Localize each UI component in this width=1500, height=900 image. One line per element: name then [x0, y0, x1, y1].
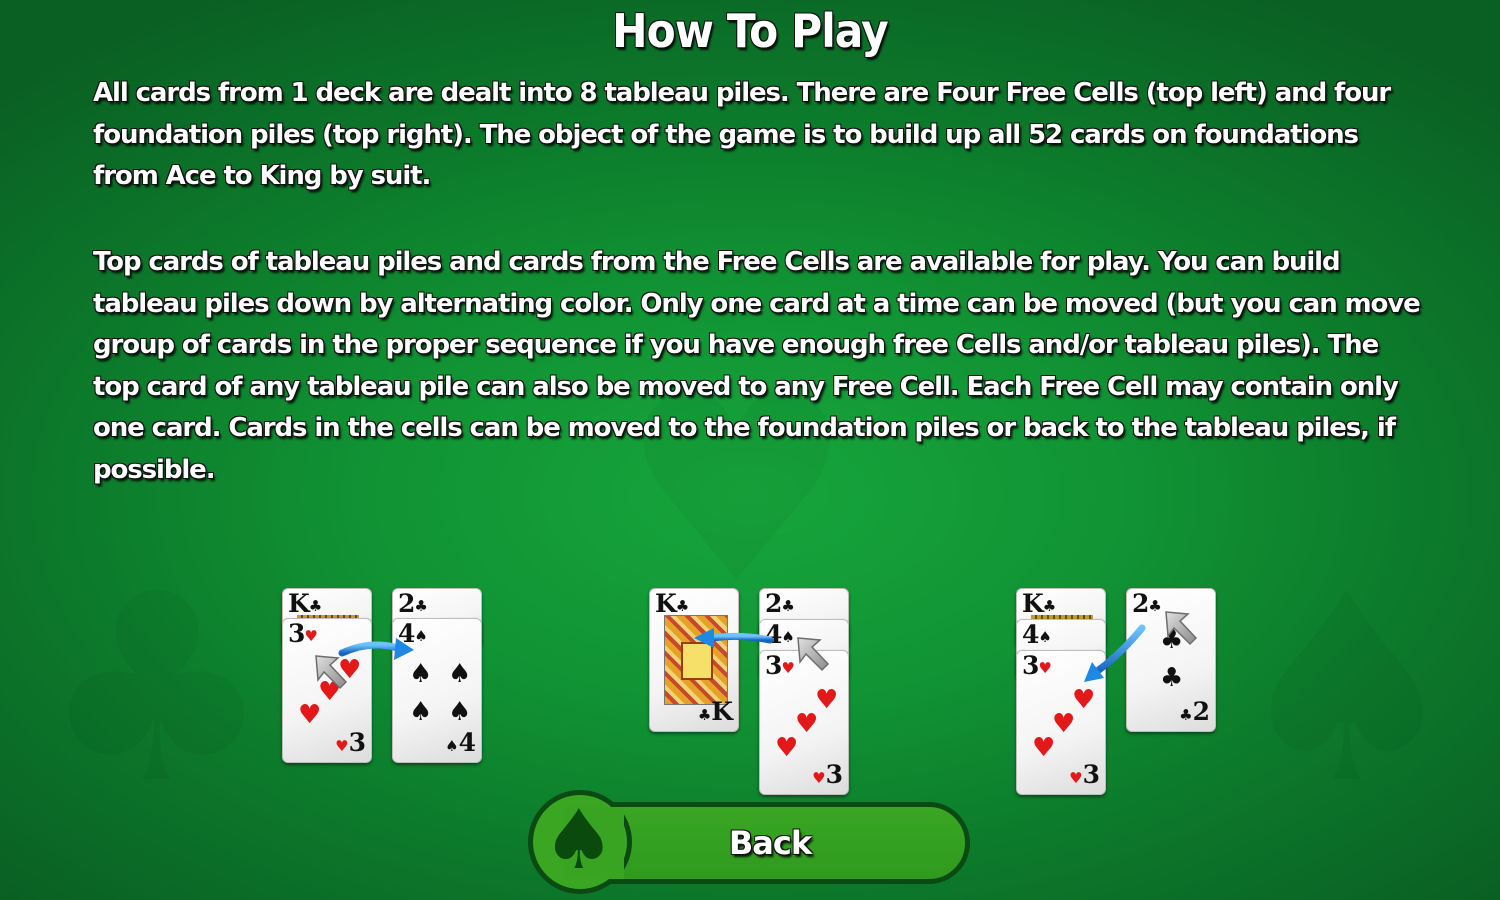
king-face-image — [664, 615, 728, 705]
heart-pip-icon: ♥ — [795, 709, 819, 739]
spade-pip-icon: ♠ — [409, 697, 433, 727]
card-two-of-clubs: 2♣ ♣ ♣ ♣2 — [1126, 588, 1216, 732]
spade-pip-icon: ♠ — [448, 659, 472, 689]
page-title: How To Play — [612, 4, 889, 58]
club-pip-icon: ♣ — [1160, 625, 1184, 655]
back-button-label[interactable]: Back — [570, 802, 970, 884]
background-suit-decoration: ♣ — [40, 560, 273, 820]
background-suit-decoration: ♠ — [1230, 560, 1463, 820]
back-button[interactable]: ♠ Back — [528, 790, 972, 894]
heart-pip-icon: ♥ — [318, 677, 342, 707]
heart-pip-icon: ♥ — [815, 685, 839, 715]
spade-pip-icon: ♠ — [409, 659, 433, 689]
card-king-of-clubs: K♣ ♣K — [649, 588, 739, 732]
card-three-of-hearts: 3♥ ♥ ♥ ♥ ♥3 — [1016, 650, 1106, 795]
card-three-of-hearts: 3♥ ♥ ♥ ♥ ♥3 — [759, 650, 849, 795]
heart-pip-icon: ♥ — [1032, 733, 1056, 763]
heart-pip-icon: ♥ — [338, 655, 362, 685]
club-pip-icon: ♣ — [1160, 663, 1184, 693]
instructions-paragraph-1: All cards from 1 deck are dealt into 8 t… — [93, 78, 1391, 191]
spade-pip-icon: ♠ — [448, 697, 472, 727]
heart-pip-icon: ♥ — [1052, 709, 1076, 739]
heart-pip-icon: ♥ — [775, 733, 799, 763]
heart-pip-icon: ♥ — [298, 700, 322, 730]
card-three-of-hearts: 3♥ ♥ ♥ ♥ ♥3 — [282, 618, 372, 763]
card-four-of-spades: 4♠ ♠ ♠ ♠ ♠ ♠4 — [392, 618, 482, 763]
instructions-paragraph-2: Top cards of tableau piles and cards fro… — [93, 247, 1421, 485]
heart-pip-icon: ♥ — [1072, 685, 1096, 715]
